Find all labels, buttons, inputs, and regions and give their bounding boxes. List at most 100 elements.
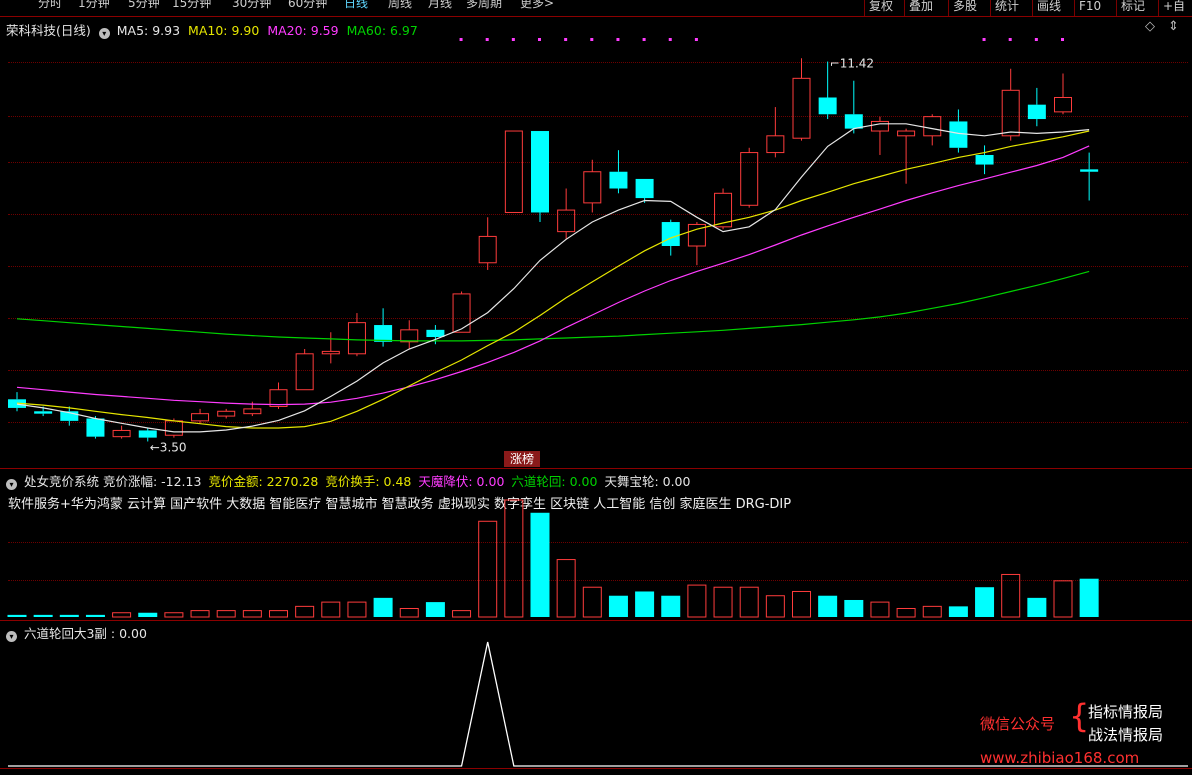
signal-dot [668,38,672,41]
candle-body [426,329,445,338]
volume-bar [896,607,916,618]
candle-body [504,130,523,213]
signal-dot [1061,38,1064,41]
candle-body [86,418,105,437]
candle-body [1054,96,1072,113]
signal-dot [564,38,568,41]
candle-body [923,116,942,137]
volume-bar [1053,580,1073,618]
candle-body [243,408,262,415]
volume-bar [818,595,838,617]
ma-line-ma5 [16,123,1090,433]
volume-bar [321,601,341,618]
candle-body [818,97,837,115]
volume-bar [138,612,158,617]
volume-bar [59,614,79,617]
candle-body [635,178,654,199]
volume-bar [608,595,628,617]
volume-bar [190,610,210,618]
candle-body [609,171,628,189]
watermark-brace: { [1069,697,1090,735]
volume-bar [295,605,315,618]
candle-body [164,420,183,436]
volume-bar [1079,578,1099,617]
volume-bar [33,614,53,617]
volume-bar [399,607,419,618]
signal-dot [982,38,986,41]
watermark-line-b: 战法情报局 [1088,726,1164,744]
volume-bar [1027,597,1047,617]
candle-body [347,322,366,355]
signal-dot [1008,38,1012,41]
volume-bar [216,610,236,618]
volume-bar [739,586,759,618]
candle-body [34,411,53,414]
signal-dot [511,38,515,41]
candle-body [557,209,576,233]
candle-body [321,350,340,355]
ma-line-ma10 [16,130,1090,429]
watermark-line-a: 指标情报局 [1088,703,1164,721]
candle-body [531,131,549,213]
candle-body [897,130,916,137]
volume-bar [975,587,995,617]
indicator-line [8,641,1188,767]
signal-dot [590,38,594,41]
volume-bar [870,601,890,618]
volume-bar [347,601,367,618]
watermark-wechat: 微信公众号 [980,715,1056,733]
volume-bar [948,606,968,617]
price-annotation: ⌐11.42 [830,57,874,71]
candle-body [217,410,236,417]
volume-bar [922,605,942,618]
candle-body [870,120,889,132]
signal-dot [616,38,620,41]
signal-dot [459,38,463,41]
volume-bar [478,520,498,618]
volume-bar [661,595,681,617]
signal-dot [538,38,541,41]
volume-bar [1001,573,1021,618]
candle-body [1027,104,1046,120]
candle-body [1080,169,1099,172]
volume-bar [713,586,733,618]
volume-bar [792,590,811,618]
candle-body [191,413,210,422]
signal-dot [642,38,646,41]
volume-bar [844,599,864,617]
candle-body [949,121,968,148]
stock-chart-svg: ⌐11.42 ←3.50 [7,38,1188,767]
volume-bar [452,610,472,618]
signal-dot [694,38,698,41]
candle-body [374,325,393,342]
candle-body [766,135,785,154]
candle-body [740,152,759,206]
volume-bar [504,499,524,618]
volume-bar [164,612,184,618]
candle-body [400,329,419,343]
candle-body [975,154,994,165]
watermark-url: www.zhibiao168.com [980,749,1140,767]
price-annotation: ←3.50 [150,440,187,454]
volume-bar [373,597,393,617]
candle-body [478,235,497,264]
volume-bar [7,614,27,617]
volume-bar [530,512,550,617]
volume-bar [269,610,288,618]
volume-bar [556,559,576,618]
candle-body [452,293,471,333]
signal-dot [485,38,489,41]
volume-bar [765,595,785,618]
candle-body [844,114,863,129]
candle-body [583,171,602,204]
candle-body [661,222,680,246]
candle-body [138,430,157,438]
volume-bar [687,584,707,618]
volume-bar [425,602,445,617]
volume-bar [242,610,262,618]
candle-body [792,77,811,139]
candle-body [295,353,314,391]
volume-bar [112,612,132,618]
candle-body [1001,89,1020,137]
candle-body [112,429,131,438]
